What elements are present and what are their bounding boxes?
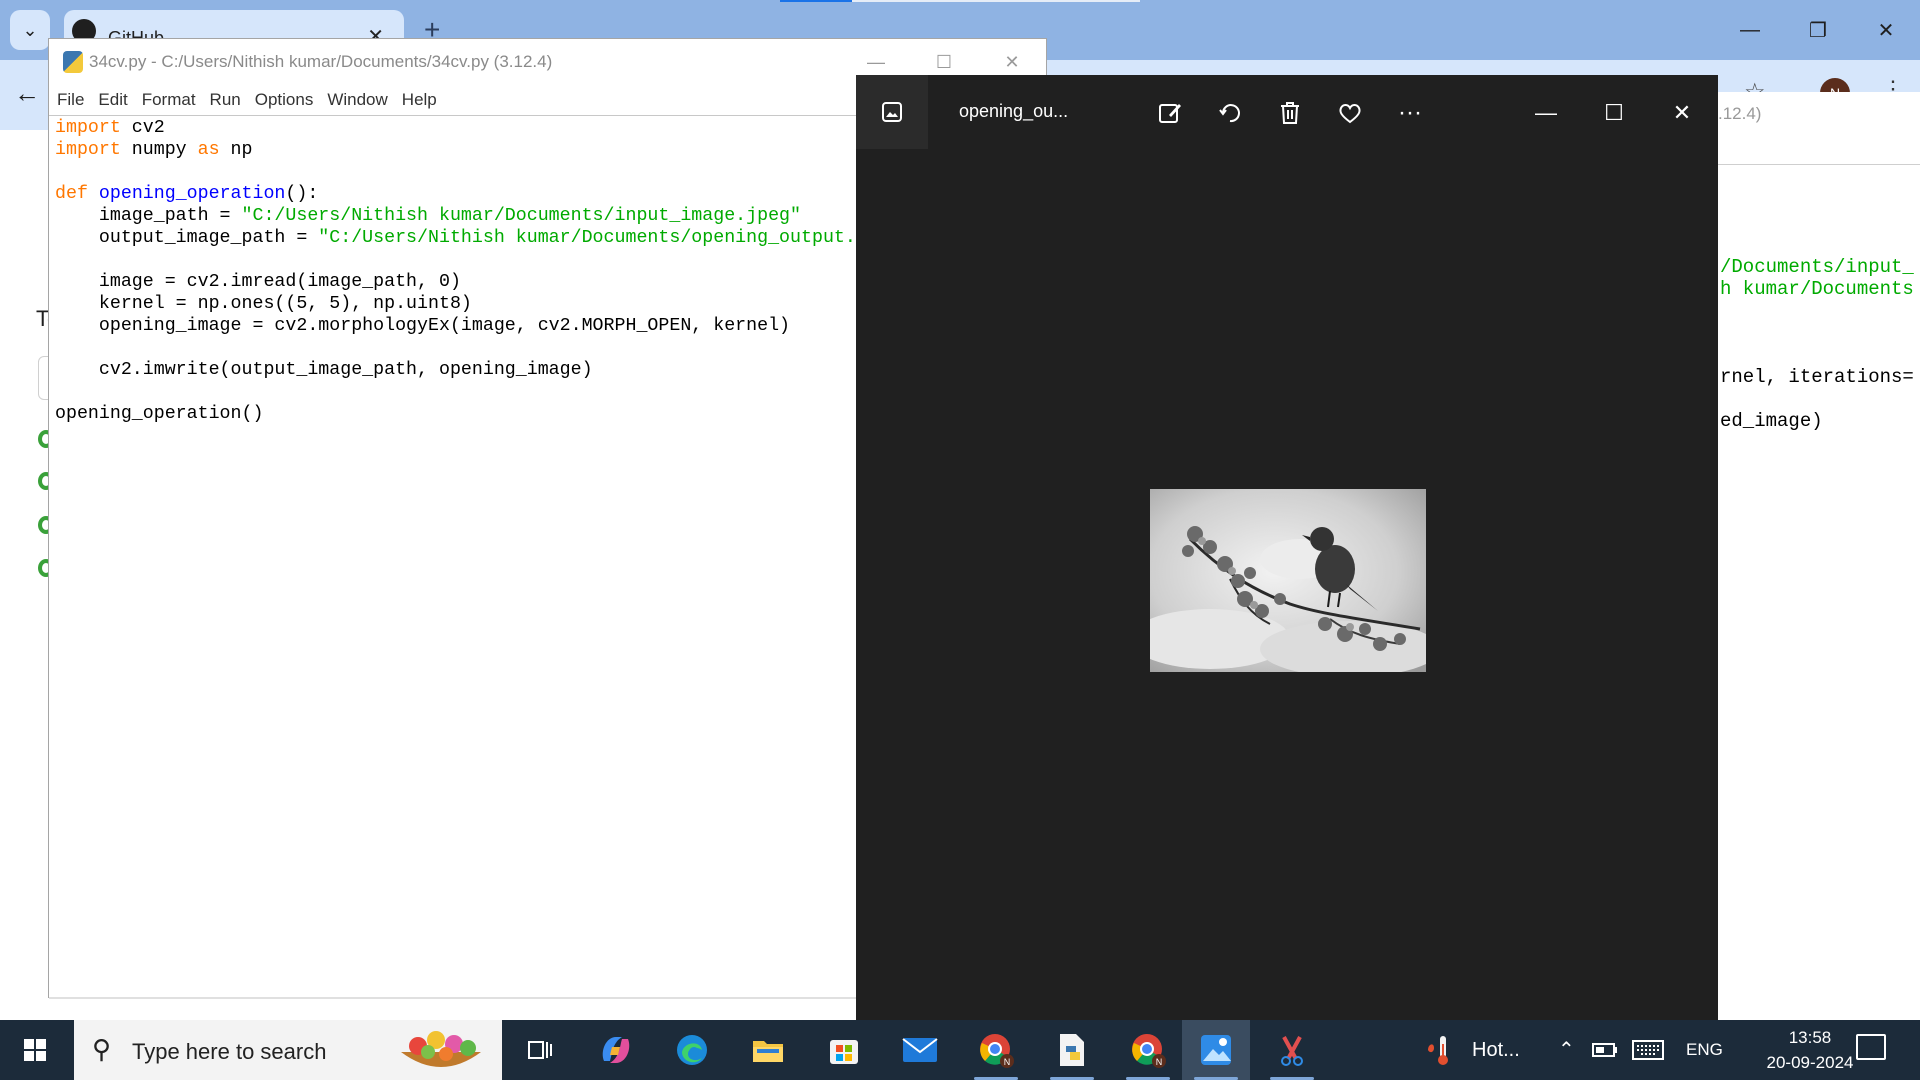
keyboard-icon[interactable] xyxy=(1632,1040,1664,1065)
python-idle-icon[interactable] xyxy=(1038,1020,1106,1080)
file-explorer-icon[interactable] xyxy=(734,1020,802,1080)
edge-browser-icon[interactable] xyxy=(658,1020,726,1080)
string-literal: "C:/Users/Nithish kumar/Documents/openin… xyxy=(318,228,865,248)
code-editor[interactable]: import cv2 import numpy as np def openin… xyxy=(55,117,865,997)
copilot-icon[interactable] xyxy=(582,1020,650,1080)
search-icon: ⚲ xyxy=(92,1034,112,1064)
windows-taskbar: ⚲ Type here to search N N Hot... ⌃ ENG 1… xyxy=(0,1020,1920,1080)
mail-icon[interactable] xyxy=(886,1020,954,1080)
keyword-import: import xyxy=(55,118,121,138)
rotate-icon[interactable] xyxy=(1212,95,1248,131)
second-editor-window xyxy=(1716,92,1920,1020)
photos-viewer-window: opening_ou... ··· — ☐ ✕ xyxy=(856,75,1718,1020)
more-options-icon[interactable]: ··· xyxy=(1392,95,1428,131)
favorite-heart-icon[interactable] xyxy=(1332,95,1368,131)
notification-icon[interactable] xyxy=(1856,1034,1886,1060)
snipping-tool-icon[interactable] xyxy=(1258,1020,1326,1080)
photos-titlebar: opening_ou... ··· — ☐ ✕ xyxy=(856,75,1718,149)
close-icon[interactable]: ✕ xyxy=(1852,0,1920,60)
restore-icon[interactable]: ❐ xyxy=(1784,0,1852,60)
python-file-icon xyxy=(63,51,83,73)
search-placeholder: Type here to search xyxy=(132,1039,327,1064)
thermometer-icon[interactable] xyxy=(1424,1034,1458,1066)
photos-app-icon[interactable] xyxy=(1182,1020,1250,1080)
task-view-icon[interactable] xyxy=(506,1020,574,1080)
svg-text:N: N xyxy=(1004,1057,1011,1067)
minimize-icon[interactable]: — xyxy=(1526,95,1566,131)
menu-edit[interactable]: Edit xyxy=(98,90,127,110)
code-line: h kumar/Documents xyxy=(1720,278,1914,300)
loading-bar-progress xyxy=(780,0,852,2)
keyword-import: import xyxy=(55,140,121,160)
chrome-icon[interactable]: N xyxy=(1114,1020,1182,1080)
menu-window[interactable]: Window xyxy=(327,90,387,110)
menu-run[interactable]: Run xyxy=(210,90,241,110)
photos-app-icon[interactable] xyxy=(856,75,928,149)
menu-file[interactable]: File xyxy=(57,90,84,110)
windows-start-icon[interactable] xyxy=(0,1020,70,1080)
code-line: /Documents/input_ xyxy=(1720,256,1914,278)
menu-options[interactable]: Options xyxy=(255,90,314,110)
edit-image-icon[interactable] xyxy=(1152,95,1188,131)
delete-icon[interactable] xyxy=(1272,95,1308,131)
svg-text:N: N xyxy=(1156,1057,1163,1067)
menu-format[interactable]: Format xyxy=(142,90,196,110)
tab-search-button[interactable]: ⌄ xyxy=(10,10,50,50)
displayed-photo xyxy=(1150,489,1426,672)
language-indicator[interactable]: ENG xyxy=(1686,1040,1723,1060)
keyword-def: def xyxy=(55,184,88,204)
clock-time[interactable]: 13:58 xyxy=(1760,1028,1860,1048)
show-hidden-icons-chevron-icon[interactable]: ⌃ xyxy=(1558,1037,1575,1062)
keyword-as: as xyxy=(197,140,220,160)
chrome-icon[interactable]: N xyxy=(962,1020,1030,1080)
maximize-icon[interactable]: ☐ xyxy=(1594,95,1634,131)
function-name: opening_operation xyxy=(98,184,286,204)
close-icon[interactable]: ✕ xyxy=(1662,95,1702,131)
photo-filename: opening_ou... xyxy=(959,101,1069,121)
microsoft-store-icon[interactable] xyxy=(810,1020,878,1080)
browser-caption-buttons: — ❐ ✕ xyxy=(1716,0,1920,60)
weather-text[interactable]: Hot... xyxy=(1472,1039,1520,1062)
second-editor-title: .12.4) xyxy=(1718,104,1762,123)
divider xyxy=(1716,164,1920,165)
back-arrow-icon[interactable]: ← xyxy=(14,78,40,109)
battery-icon[interactable] xyxy=(1592,1042,1618,1063)
search-highlight-art xyxy=(401,1031,481,1067)
idle-window-title: 34cv.py - C:/Users/Nithish kumar/Documen… xyxy=(89,52,553,71)
code-line: rnel, iterations= xyxy=(1720,366,1914,388)
menu-help[interactable]: Help xyxy=(402,90,437,110)
string-literal: "C:/Users/Nithish kumar/Documents/input_… xyxy=(241,206,802,226)
code-line: ed_image) xyxy=(1720,410,1823,432)
minimize-icon[interactable]: — xyxy=(1716,0,1784,60)
taskbar-search-box[interactable]: ⚲ Type here to search xyxy=(74,1020,502,1080)
